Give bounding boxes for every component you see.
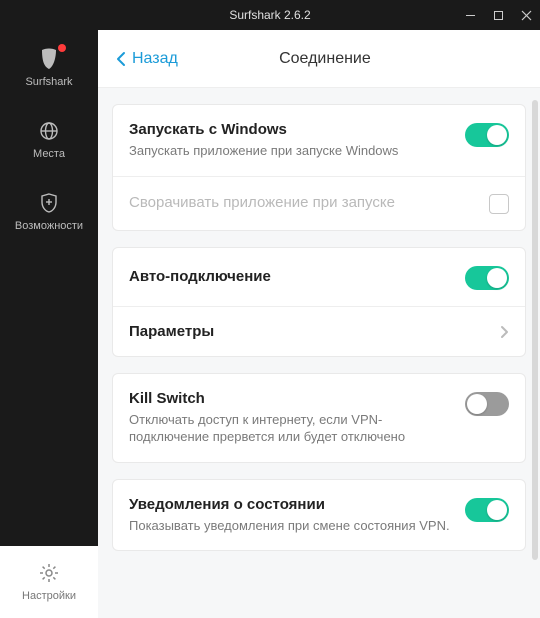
- checkbox-minimize-on-launch[interactable]: [489, 194, 509, 214]
- gear-icon: [38, 562, 60, 584]
- page-title: Соединение: [128, 50, 522, 68]
- sidebar-item-label: Настройки: [22, 590, 76, 602]
- card-autoconnect: Авто-подключение Параметры: [112, 247, 526, 357]
- setting-title: Авто-подключение: [129, 268, 453, 285]
- sidebar: Surfshark Места Возможности: [0, 30, 98, 618]
- toggle-status-notifications[interactable]: [465, 498, 509, 522]
- toggle-autoconnect[interactable]: [465, 266, 509, 290]
- setting-title: Запускать с Windows: [129, 121, 453, 138]
- setting-title: Параметры: [129, 323, 488, 340]
- card-notifications: Уведомления о состоянии Показывать уведо…: [112, 479, 526, 552]
- toggle-killswitch[interactable]: [465, 392, 509, 416]
- setting-title: Уведомления о состоянии: [129, 496, 453, 513]
- main-panel: Назад Соединение Запускать с Windows Зап…: [98, 30, 540, 618]
- titlebar: Surfshark 2.6.2: [0, 0, 540, 30]
- sidebar-item-label: Surfshark: [25, 76, 72, 88]
- chevron-left-icon: [116, 51, 126, 67]
- close-window-icon[interactable]: [512, 0, 540, 30]
- sidebar-item-locations[interactable]: Места: [0, 102, 98, 174]
- app-title: Surfshark 2.6.2: [229, 8, 310, 22]
- shield-plus-icon: [38, 192, 60, 214]
- setting-subtitle: Показывать уведомления при смене состоян…: [129, 517, 453, 535]
- setting-title: Kill Switch: [129, 390, 453, 407]
- settings-content: Запускать с Windows Запускать приложение…: [98, 88, 540, 567]
- sidebar-item-settings[interactable]: Настройки: [0, 546, 98, 618]
- card-launch: Запускать с Windows Запускать приложение…: [112, 104, 526, 231]
- row-launch-with-windows: Запускать с Windows Запускать приложение…: [113, 105, 525, 176]
- toggle-launch-with-windows[interactable]: [465, 123, 509, 147]
- row-autoconnect-params[interactable]: Параметры: [113, 306, 525, 356]
- row-status-notifications: Уведомления о состоянии Показывать уведо…: [113, 480, 525, 551]
- surfshark-logo-icon: [38, 48, 60, 70]
- setting-label: Сворачивать приложение при запуске: [129, 193, 477, 213]
- row-minimize-on-launch: Сворачивать приложение при запуске: [113, 176, 525, 230]
- notification-dot-icon: [58, 44, 66, 52]
- minimize-window-icon[interactable]: [456, 0, 484, 30]
- row-killswitch: Kill Switch Отключать доступ к интернету…: [113, 374, 525, 462]
- maximize-window-icon[interactable]: [484, 0, 512, 30]
- globe-icon: [38, 120, 60, 142]
- scrollbar[interactable]: [532, 100, 538, 560]
- row-autoconnect: Авто-подключение: [113, 248, 525, 306]
- sidebar-item-surfshark[interactable]: Surfshark: [0, 30, 98, 102]
- sidebar-item-label: Возможности: [15, 220, 83, 232]
- page-header: Назад Соединение: [98, 30, 540, 88]
- sidebar-item-label: Места: [33, 148, 65, 160]
- sidebar-item-features[interactable]: Возможности: [0, 174, 98, 246]
- setting-subtitle: Запускать приложение при запуске Windows: [129, 142, 453, 160]
- card-killswitch: Kill Switch Отключать доступ к интернету…: [112, 373, 526, 463]
- setting-subtitle: Отключать доступ к интернету, если VPN-п…: [129, 411, 453, 446]
- chevron-right-icon: [500, 325, 509, 339]
